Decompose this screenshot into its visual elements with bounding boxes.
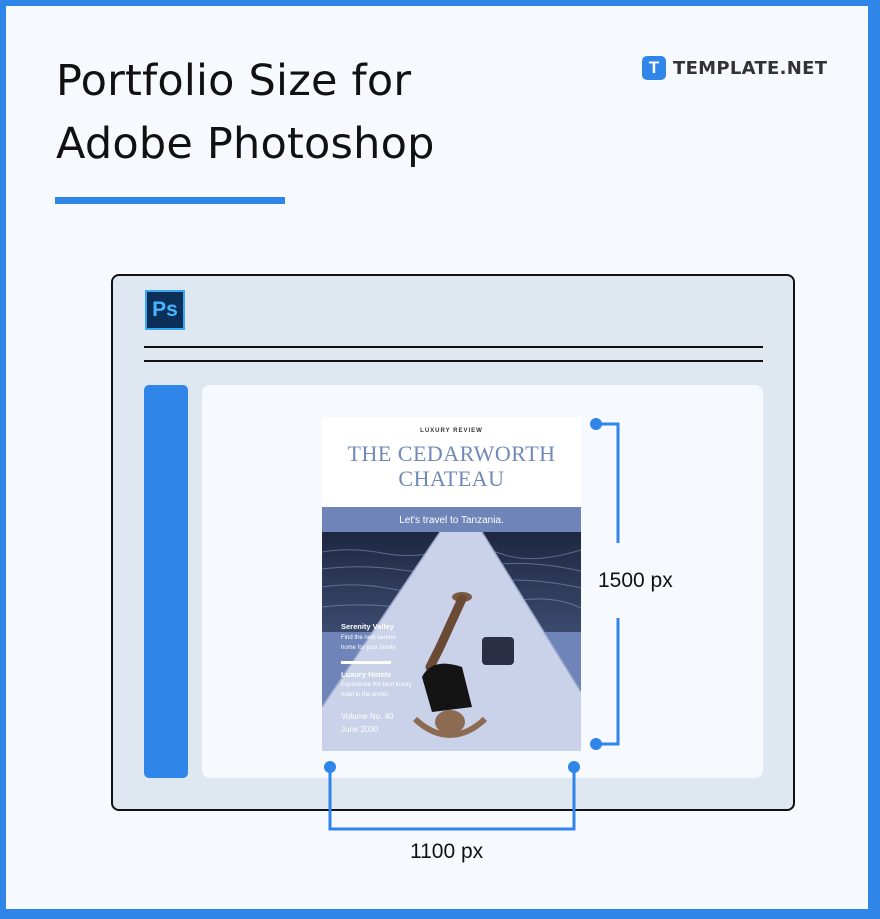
height-bracket-lower bbox=[596, 618, 620, 746]
height-top-dot bbox=[590, 418, 602, 430]
width-right-dot bbox=[568, 761, 580, 773]
width-left-dot bbox=[324, 761, 336, 773]
dimension-annotations bbox=[324, 418, 620, 831]
width-dimension-label: 1100 px bbox=[410, 840, 484, 863]
height-bottom-dot bbox=[590, 738, 602, 750]
height-bracket-upper bbox=[596, 422, 620, 543]
width-bracket bbox=[328, 767, 576, 831]
height-dimension-label: 1500 px bbox=[598, 569, 673, 592]
